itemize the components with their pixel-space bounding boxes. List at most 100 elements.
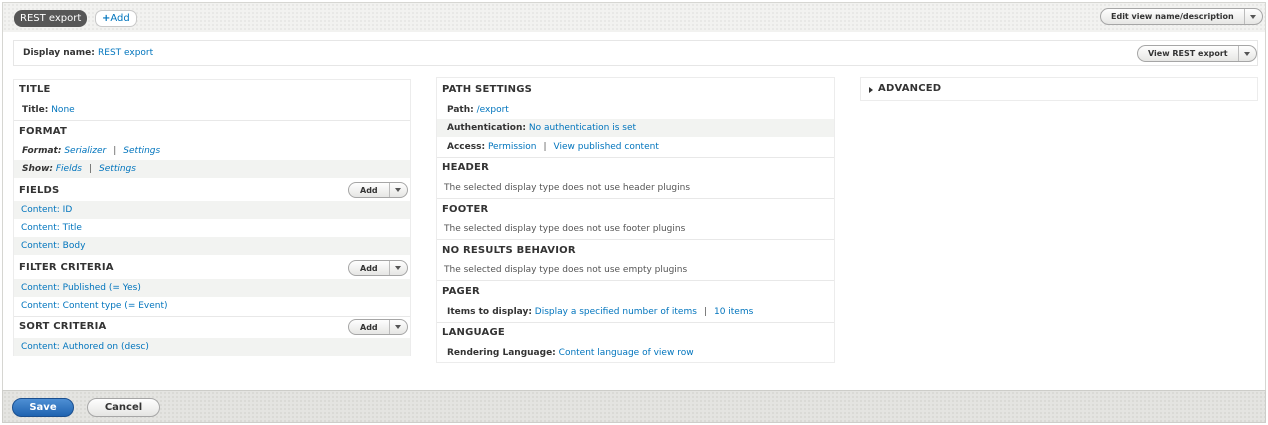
format-heading: FORMAT: [19, 126, 67, 137]
filter-add-dropbutton[interactable]: Add: [348, 260, 408, 276]
view-rest-export-button[interactable]: View REST export: [1138, 46, 1238, 61]
list-item[interactable]: Content: Title: [14, 219, 410, 237]
pager-count-link[interactable]: 10 items: [714, 307, 753, 317]
fields-add-dropbutton[interactable]: Add: [348, 182, 408, 198]
separator: |: [89, 164, 93, 174]
format-serializer-link[interactable]: Serializer: [64, 146, 106, 156]
divider: [437, 239, 834, 240]
divider: [437, 157, 834, 158]
language-label: Rendering Language:: [447, 348, 556, 358]
cancel-button[interactable]: Cancel: [87, 398, 160, 417]
main-area: Display name: REST export View REST expo…: [2, 32, 1266, 390]
list-item[interactable]: Content: Body: [14, 237, 410, 255]
chevron-down-icon: [395, 325, 402, 329]
divider: [14, 120, 410, 121]
language-row: Rendering Language: Content language of …: [437, 344, 834, 362]
title-heading: TITLE: [19, 84, 51, 95]
filter-link[interactable]: Content: Published (= Yes): [21, 283, 141, 293]
chevron-down-icon: [1244, 51, 1251, 56]
pager-label: Items to display:: [447, 307, 532, 317]
view-display-dropbutton[interactable]: View REST export: [1137, 45, 1257, 62]
no-results-heading: NO RESULTS BEHAVIOR: [442, 245, 576, 256]
field-link[interactable]: Content: Title: [21, 223, 82, 233]
show-row: Show: Fields | Settings: [14, 160, 410, 178]
footer-note: The selected display type does not use f…: [444, 224, 686, 234]
sort-criteria-heading: SORT CRITERIA: [19, 321, 107, 332]
form-actions-bar: Save Cancel: [2, 390, 1266, 423]
dropdown-toggle[interactable]: [388, 261, 407, 275]
chevron-down-icon: [395, 188, 402, 192]
filter-add-button[interactable]: Add: [349, 261, 389, 276]
column-first: TITLE Title: None FORMAT Format: Seriali…: [13, 79, 411, 356]
divider: [437, 280, 834, 281]
display-name-link[interactable]: REST export: [98, 48, 153, 58]
dropdown-toggle[interactable]: [388, 183, 407, 197]
chevron-down-icon: [395, 266, 402, 270]
list-item[interactable]: Content: Published (= Yes): [14, 279, 410, 297]
add-display-button[interactable]: +Add: [95, 10, 137, 27]
header-heading: HEADER: [442, 162, 489, 173]
header-note-row: The selected display type does not use h…: [437, 179, 834, 197]
path-row: Path: /export: [437, 101, 834, 119]
show-label: Show:: [22, 164, 53, 174]
header-note: The selected display type does not use h…: [444, 183, 691, 193]
access-permission-link[interactable]: Permission: [488, 142, 537, 152]
title-row: Title: None: [14, 101, 410, 119]
no-results-note-row: The selected display type does not use e…: [437, 261, 834, 279]
edit-view-button[interactable]: Edit view name/description: [1101, 9, 1244, 24]
dropdown-toggle[interactable]: [388, 320, 407, 334]
tab-label: REST export: [20, 13, 82, 24]
footer-heading: FOOTER: [442, 204, 489, 215]
tab-rest-export[interactable]: REST export: [14, 10, 88, 27]
path-label: Path:: [447, 105, 474, 115]
list-item[interactable]: Content: Content type (= Event): [14, 297, 410, 315]
language-link[interactable]: Content language of view row: [559, 348, 694, 358]
advanced-heading[interactable]: ADVANCED: [878, 83, 941, 94]
display-tabs-bar: REST export +Add Edit view name/descript…: [2, 2, 1266, 32]
field-link[interactable]: Content: Body: [21, 241, 85, 251]
sort-add-button[interactable]: Add: [349, 320, 389, 335]
divider: [14, 316, 410, 317]
pager-heading: PAGER: [442, 286, 480, 297]
add-label: Add: [110, 13, 130, 24]
divider: [437, 198, 834, 199]
path-link[interactable]: /export: [477, 105, 509, 115]
format-settings-link[interactable]: Settings: [123, 146, 160, 156]
separator: |: [543, 142, 547, 152]
divider: [437, 322, 834, 323]
format-label: Format:: [22, 146, 62, 156]
expand-triangle-icon: [869, 87, 873, 93]
dropdown-toggle[interactable]: [1237, 46, 1256, 61]
access-label: Access:: [447, 142, 486, 152]
field-link[interactable]: Content: ID: [21, 205, 72, 215]
sort-add-dropbutton[interactable]: Add: [348, 319, 408, 335]
authentication-row: Authentication: No authentication is set: [437, 119, 834, 137]
format-row: Format: Serializer | Settings: [14, 142, 410, 160]
title-value-link[interactable]: None: [51, 105, 74, 115]
list-item[interactable]: Content: Authored on (desc): [14, 338, 410, 356]
fields-add-button[interactable]: Add: [349, 183, 389, 198]
access-row: Access: Permission | View published conten…: [437, 138, 834, 156]
authentication-link[interactable]: No authentication is set: [529, 123, 636, 133]
fields-heading: FIELDS: [19, 185, 60, 196]
sort-link[interactable]: Content: Authored on (desc): [21, 342, 149, 352]
title-label: Title:: [22, 105, 49, 115]
pager-row: Items to display: Display a specified nu…: [437, 303, 834, 321]
chevron-down-icon: [1250, 14, 1257, 19]
list-item[interactable]: Content: ID: [14, 201, 410, 219]
separator: |: [113, 146, 117, 156]
show-settings-link[interactable]: Settings: [99, 164, 136, 174]
dropdown-toggle[interactable]: [1243, 9, 1262, 24]
language-heading: LANGUAGE: [442, 327, 505, 338]
filter-link[interactable]: Content: Content type (= Event): [21, 301, 168, 311]
access-permission-name-link[interactable]: View published content: [554, 142, 659, 152]
authentication-label: Authentication:: [447, 123, 526, 133]
edit-view-dropbutton[interactable]: Edit view name/description: [1100, 8, 1263, 25]
show-fields-link[interactable]: Fields: [56, 164, 82, 174]
save-button[interactable]: Save: [12, 398, 74, 417]
filter-criteria-heading: FILTER CRITERIA: [19, 262, 114, 273]
display-name-label: Display name:: [23, 48, 95, 58]
path-settings-heading: PATH SETTINGS: [442, 84, 533, 95]
advanced-section[interactable]: ADVANCED: [860, 77, 1258, 101]
pager-type-link[interactable]: Display a specified number of items: [535, 307, 697, 317]
